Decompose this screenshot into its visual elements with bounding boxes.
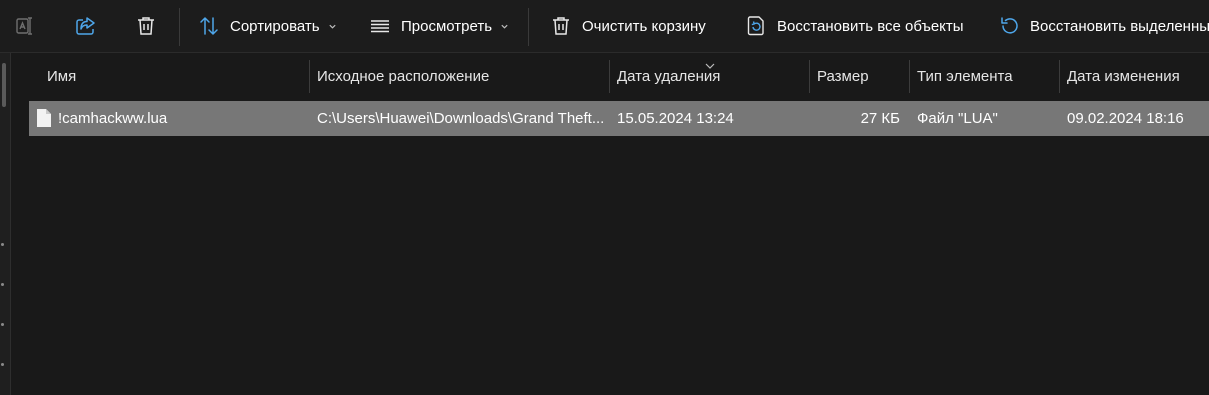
- nav-expand-dot: [1, 323, 4, 326]
- restore-selected-label: Восстановить выделенные: [1030, 17, 1209, 35]
- nav-expand-dot: [1, 283, 4, 286]
- nav-expand-dot: [1, 243, 4, 246]
- file-size: 27 КБ: [860, 110, 900, 127]
- sort-label: Сортировать: [230, 17, 320, 35]
- file-name: !camhackww.lua: [58, 110, 168, 127]
- column-header-date-modified[interactable]: Дата изменения: [1059, 60, 1209, 93]
- navigation-pane: [0, 53, 11, 395]
- toolbar-separator: [528, 8, 529, 46]
- restore-all-label: Восстановить все объекты: [777, 17, 964, 35]
- file-icon: [36, 108, 52, 133]
- rename-button[interactable]: [14, 6, 38, 46]
- chevron-down-icon: [500, 22, 509, 31]
- restore-all-button[interactable]: Восстановить все объекты: [744, 6, 964, 46]
- file-item-type: Файл "LUA": [917, 110, 998, 127]
- nav-expand-dot: [1, 363, 4, 366]
- delete-button[interactable]: [134, 6, 158, 46]
- trash-icon: [134, 14, 158, 38]
- nav-scrollbar-thumb[interactable]: [2, 63, 6, 107]
- empty-bin-icon: [549, 14, 573, 38]
- rename-icon: [14, 14, 38, 38]
- sort-icon: [197, 14, 221, 38]
- column-header-size[interactable]: Размер: [809, 60, 909, 93]
- file-date-deleted: 15.05.2024 13:24: [617, 110, 734, 127]
- column-header-item-type[interactable]: Тип элемента: [909, 60, 1059, 93]
- undo-icon: [997, 14, 1021, 38]
- share-button[interactable]: [74, 6, 98, 46]
- empty-bin-label: Очистить корзину: [582, 17, 706, 35]
- command-bar: Сортировать Просмотреть Очистить корзину: [0, 0, 1209, 53]
- sort-button[interactable]: Сортировать: [197, 6, 337, 46]
- restore-all-icon: [744, 14, 768, 38]
- view-label: Просмотреть: [401, 17, 493, 35]
- view-button[interactable]: Просмотреть: [368, 6, 509, 46]
- column-header-row: Имя Исходное расположение Дата удаления …: [11, 60, 1209, 93]
- column-header-original-location[interactable]: Исходное расположение: [309, 60, 609, 93]
- table-row[interactable]: !camhackww.lua C:\Users\Huawei\Downloads…: [29, 101, 1209, 136]
- view-icon: [368, 14, 392, 38]
- share-icon: [74, 14, 98, 38]
- file-original-location: C:\Users\Huawei\Downloads\Grand Theft...: [317, 110, 605, 127]
- empty-recycle-bin-button[interactable]: Очистить корзину: [549, 6, 706, 46]
- chevron-down-icon: [328, 22, 337, 31]
- column-header-name[interactable]: Имя: [39, 60, 309, 93]
- file-date-modified: 09.02.2024 18:16: [1067, 110, 1184, 127]
- toolbar-separator: [179, 8, 180, 46]
- restore-selected-button[interactable]: Восстановить выделенные: [997, 6, 1209, 46]
- sort-indicator-icon: [704, 57, 716, 75]
